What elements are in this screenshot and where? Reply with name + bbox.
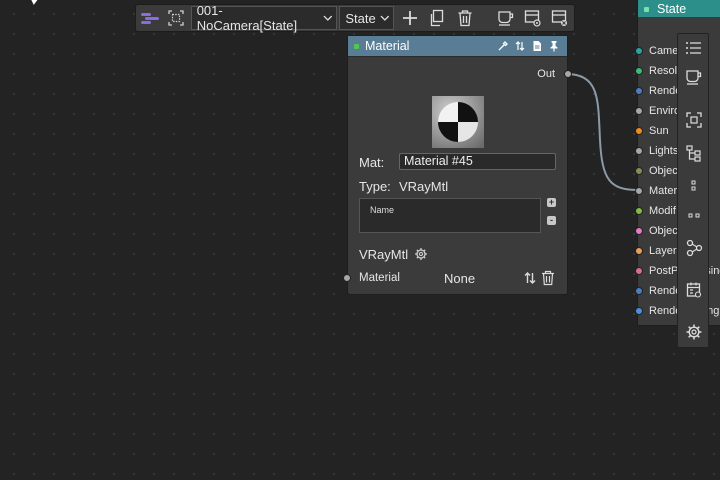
document-icon[interactable] [530, 38, 544, 54]
input-port[interactable] [635, 147, 643, 155]
scene-dropdown-value: 001-NoCamera[State] [196, 3, 298, 33]
output-port-label: Out [537, 68, 555, 80]
state-input-label: Objec [649, 225, 678, 237]
input-port[interactable] [635, 247, 643, 255]
input-value: None [444, 271, 476, 286]
state-input-label: Sun [649, 125, 669, 137]
list-icon[interactable] [683, 37, 705, 59]
add-icon[interactable] [396, 6, 423, 30]
material-preview-thumbnail [432, 96, 484, 148]
select-all-icon[interactable] [163, 6, 188, 30]
view-state-icon[interactable] [519, 6, 546, 30]
material-node-title: Material [365, 39, 410, 53]
nodes-icon[interactable] [683, 237, 705, 259]
input-port[interactable] [635, 187, 643, 195]
list-icon[interactable] [136, 6, 163, 30]
input-port[interactable] [635, 107, 643, 115]
swap-icon[interactable] [523, 271, 537, 285]
input-port[interactable] [635, 127, 643, 135]
state-input-label: Mater [649, 185, 678, 197]
state-node-title: State [657, 2, 687, 16]
material-name-field[interactable]: Material #45 [399, 153, 556, 170]
material-node-header[interactable]: Material [348, 36, 567, 57]
cup-icon[interactable] [492, 6, 519, 30]
gear-icon[interactable] [414, 247, 428, 261]
input-port[interactable] [635, 207, 643, 215]
state-dropdown-value: State [345, 10, 376, 26]
gear-icon[interactable] [683, 321, 705, 343]
list-column-header: Name [370, 205, 395, 215]
state-input-label: Objec [649, 165, 678, 177]
right-toolbar [677, 33, 709, 348]
copy-icon[interactable] [424, 6, 451, 30]
name-list[interactable]: Name [359, 198, 541, 233]
input-port[interactable] [635, 307, 643, 315]
input-port-label: Material [359, 272, 400, 284]
add-list-item-button[interactable]: + [547, 198, 556, 207]
state-input-label: Came [649, 45, 679, 57]
output-port[interactable] [564, 70, 572, 78]
status-dot [644, 6, 649, 12]
mat-label: Mat: [359, 155, 385, 170]
input-port[interactable] [635, 267, 643, 275]
chevron-down-icon [380, 15, 389, 21]
input-port[interactable] [343, 274, 351, 282]
delete-icon[interactable] [451, 6, 478, 30]
state-input-label: Enviro [649, 105, 681, 117]
frame-icon[interactable] [683, 109, 705, 131]
eyedropper-icon[interactable] [496, 38, 510, 54]
type-value: VRayMtl [399, 179, 449, 194]
state-input-label: Modif [649, 205, 676, 217]
input-port[interactable] [635, 167, 643, 175]
chevron-down-icon [323, 15, 332, 21]
scene-dropdown[interactable]: 001-NoCamera[State] [190, 3, 338, 33]
vray-section-label: VRayMtl [359, 247, 409, 262]
dots-icon[interactable] [683, 174, 705, 196]
state-node-header[interactable]: State [638, 0, 720, 17]
calendar-icon[interactable] [683, 279, 705, 301]
top-toolbar: 001-NoCamera[State] State [135, 3, 575, 33]
type-label: Type: [359, 179, 391, 194]
material-node[interactable]: Material Out Mat: Material #45 Type: VRa… [343, 35, 572, 295]
tree-icon[interactable] [683, 142, 705, 164]
clear-state-icon[interactable] [547, 6, 574, 30]
state-input-label: Lights [649, 145, 679, 157]
input-port[interactable] [635, 287, 643, 295]
state-dropdown[interactable]: State [339, 6, 395, 30]
swap-icon[interactable] [513, 38, 527, 54]
delete-icon[interactable] [541, 270, 555, 286]
cup-icon[interactable] [683, 66, 705, 88]
pin-icon[interactable] [547, 38, 561, 54]
input-port[interactable] [635, 67, 643, 75]
input-port[interactable] [635, 87, 643, 95]
remove-list-item-button[interactable]: - [547, 216, 556, 225]
input-port[interactable] [635, 47, 643, 55]
status-dot [354, 43, 359, 49]
input-port[interactable] [635, 227, 643, 235]
dots-small-icon[interactable] [683, 204, 705, 226]
cursor-icon [31, 0, 38, 5]
